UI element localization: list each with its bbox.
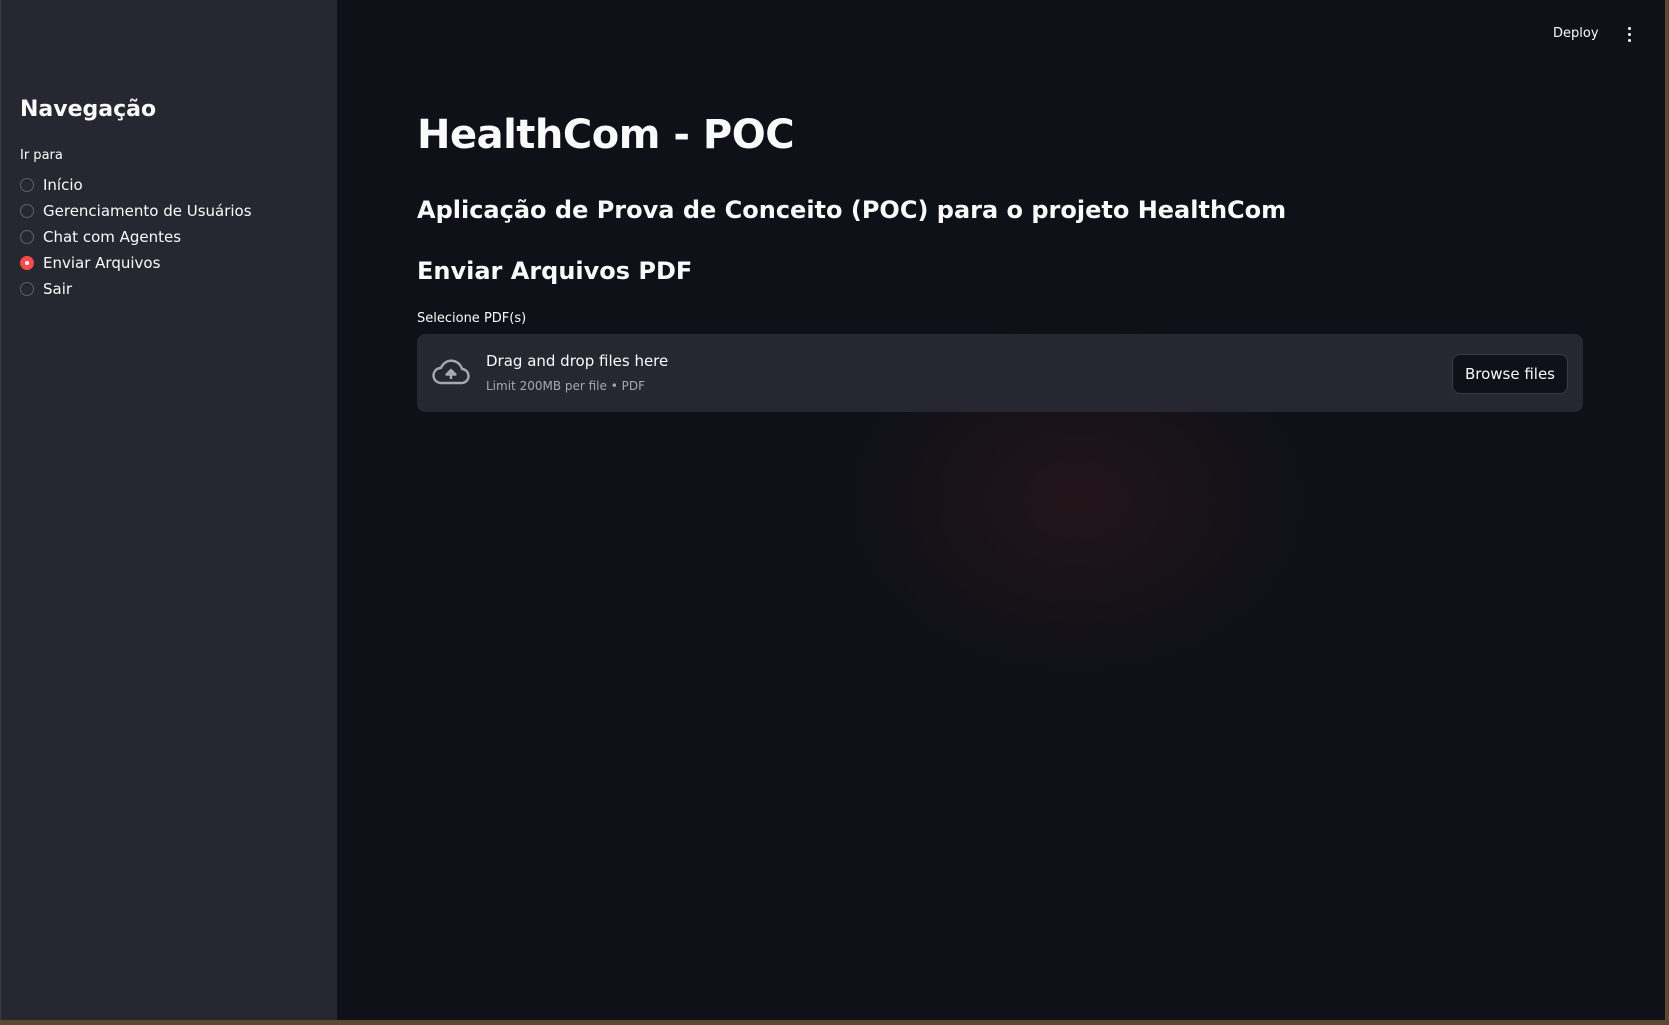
nav-radio-label: Ir para [20,148,63,163]
nav-option-chat-agentes[interactable]: Chat com Agentes [20,224,252,250]
sidebar: Navegação Ir para Início Gerenciamento d… [1,0,337,1020]
nav-option-gerenciamento-usuarios[interactable]: Gerenciamento de Usuários [20,198,252,224]
page-title: HealthCom - POC [417,112,795,158]
app-window: Navegação Ir para Início Gerenciamento d… [0,0,1665,1020]
radio-button-selected-icon[interactable] [20,256,34,270]
cloud-upload-icon [432,359,470,385]
main-content: Deploy HealthCom - POC Aplicação de Prov… [337,0,1665,1020]
radio-button-icon[interactable] [20,230,34,244]
nav-option-inicio[interactable]: Início [20,172,252,198]
file-uploader-label: Selecione PDF(s) [417,311,527,326]
nav-option-label: Gerenciamento de Usuários [43,202,252,220]
file-dropzone[interactable]: Drag and drop files here Limit 200MB per… [417,334,1583,412]
vertical-ellipsis-icon[interactable] [1619,24,1639,44]
radio-button-icon[interactable] [20,178,34,192]
browse-files-button[interactable]: Browse files [1451,354,1568,394]
radio-button-icon[interactable] [20,282,34,296]
nav-option-label: Chat com Agentes [43,228,182,246]
nav-option-label: Sair [43,280,73,298]
nav-option-label: Enviar Arquivos [43,254,161,272]
nav-option-label: Início [43,176,83,194]
radio-button-icon[interactable] [20,204,34,218]
sidebar-title: Navegação [20,97,157,122]
section-title: Enviar Arquivos PDF [417,257,693,285]
page-subtitle: Aplicação de Prova de Conceito (POC) par… [417,196,1287,224]
dropzone-limit-text: Limit 200MB per file • PDF [486,379,645,393]
deploy-button[interactable]: Deploy [1553,26,1599,41]
nav-radio-group: Início Gerenciamento de Usuários Chat co… [20,172,252,302]
dropzone-instructions: Drag and drop files here [486,352,669,370]
nav-option-sair[interactable]: Sair [20,276,252,302]
nav-option-enviar-arquivos[interactable]: Enviar Arquivos [20,250,252,276]
